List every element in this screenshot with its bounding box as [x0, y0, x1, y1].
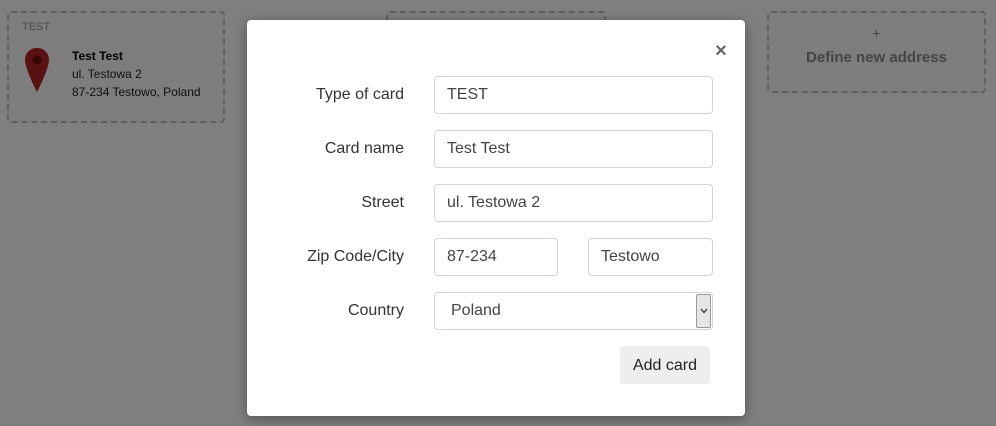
country-select[interactable]: Poland — [434, 292, 713, 330]
zip-code-input[interactable]: 87-234 — [434, 238, 558, 276]
type-of-card-row: Type of card TEST — [247, 76, 745, 114]
street-row: Street ul. Testowa 2 — [247, 184, 745, 222]
add-card-button[interactable]: Add card — [620, 346, 710, 384]
street-label: Street — [361, 194, 404, 211]
country-label: Country — [347, 302, 404, 319]
street-input[interactable]: ul. Testowa 2 — [434, 184, 713, 222]
city-input[interactable]: Testowo — [588, 238, 713, 276]
zip-city-row: Zip Code/City 87-234 Testowo — [247, 238, 745, 276]
close-icon[interactable]: × — [711, 40, 731, 62]
zip-city-label: Zip Code/City — [307, 248, 404, 265]
card-name-input[interactable]: Test Test — [434, 130, 713, 168]
type-of-card-label: Type of card — [315, 86, 404, 103]
country-row: Country Poland — [247, 292, 745, 330]
country-selected-value: Poland — [451, 302, 501, 319]
type-of-card-input[interactable]: TEST — [434, 76, 713, 114]
card-name-label: Card name — [324, 140, 404, 157]
add-card-modal: × Type of card TEST Card name Test Test … — [247, 20, 745, 416]
chevron-down-icon[interactable] — [696, 294, 711, 328]
card-name-row: Card name Test Test — [247, 130, 745, 168]
